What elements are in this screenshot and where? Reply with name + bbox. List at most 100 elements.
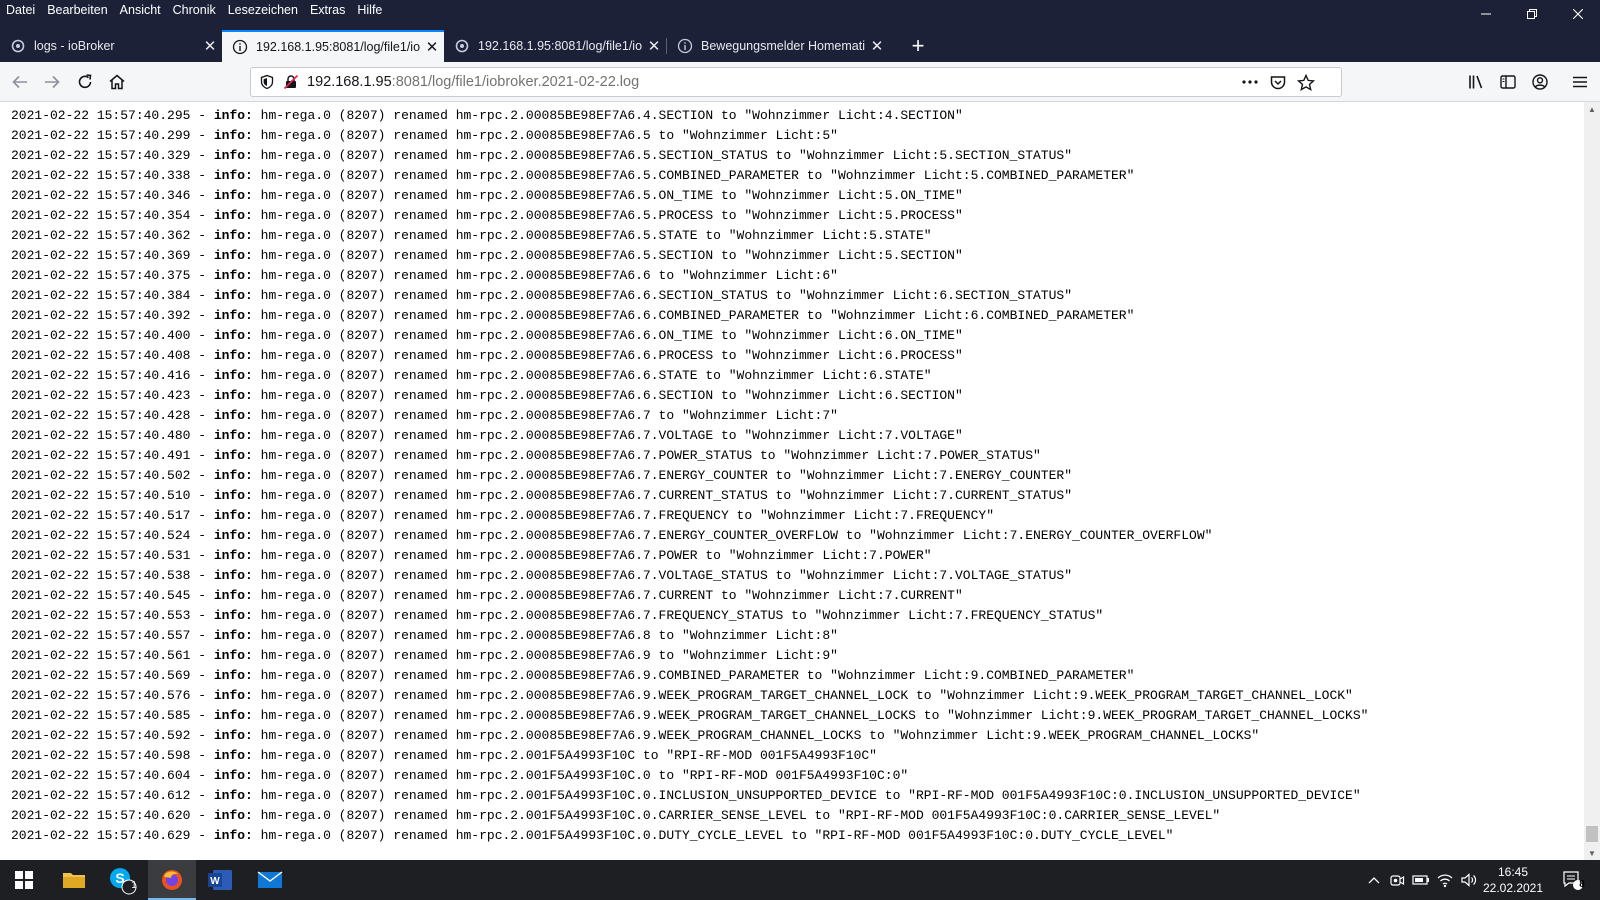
log-source: hm-rega.0 (8207) renamed — [252, 448, 456, 463]
log-timestamp: 2021-02-22 15:57:40.392 - — [11, 308, 214, 323]
scroll-up-arrow-icon[interactable]: ▲ — [1584, 102, 1600, 116]
log-line: 2021-02-22 15:57:40.612 - info: hm-rega.… — [11, 786, 1368, 806]
log-line: 2021-02-22 15:57:40.538 - info: hm-rega.… — [11, 566, 1368, 586]
log-level: info: — [213, 728, 253, 743]
taskbar-file-explorer[interactable] — [50, 860, 98, 900]
log-level: info: — [213, 188, 253, 203]
tray-meet-now-icon[interactable] — [1386, 860, 1408, 900]
log-source: hm-rega.0 (8207) renamed — [252, 168, 456, 183]
sidebar-button[interactable] — [1494, 68, 1522, 96]
log-source: hm-rega.0 (8207) renamed — [252, 788, 456, 803]
skype-badge: 1 — [131, 880, 137, 891]
sidebar-icon — [1500, 75, 1516, 89]
restore-button[interactable] — [1509, 0, 1555, 28]
tab-close-button[interactable]: ✕ — [865, 37, 889, 55]
menu-datei[interactable]: Datei — [6, 3, 41, 17]
log-message: hm-rpc.2.00085BE98EF7A6.5.SECTION_STATUS… — [455, 148, 1073, 163]
log-line: 2021-02-22 15:57:40.604 - info: hm-rega.… — [11, 766, 1368, 786]
new-tab-button[interactable]: + — [904, 30, 932, 62]
log-level: info: — [213, 228, 253, 243]
tray-chevron-up-icon[interactable] — [1364, 860, 1384, 900]
taskbar-word[interactable]: W — [196, 860, 244, 900]
menu-bearbeiten[interactable]: Bearbeiten — [47, 3, 113, 17]
iobroker-favicon-icon — [10, 38, 26, 54]
log-message: hm-rpc.2.00085BE98EF7A6.7.POWER_STATUS t… — [455, 448, 1041, 463]
tab-logs-iobroker[interactable]: logs - ioBroker ✕ — [0, 30, 222, 62]
log-source: hm-rega.0 (8207) renamed — [252, 508, 456, 523]
log-timestamp: 2021-02-22 15:57:40.557 - — [11, 628, 214, 643]
menu-ansicht[interactable]: Ansicht — [120, 3, 167, 17]
taskbar-mail[interactable] — [246, 860, 294, 900]
tab-log-file[interactable]: 192.168.1.95:8081/log/file1/iob ✕ — [444, 30, 666, 62]
pocket-icon[interactable] — [1269, 74, 1287, 92]
back-button[interactable] — [6, 68, 34, 96]
word-icon: W — [208, 870, 232, 890]
taskbar-skype[interactable]: S 1 — [98, 860, 146, 900]
log-line: 2021-02-22 15:57:40.480 - info: hm-rega.… — [11, 426, 1368, 446]
bookmark-star-icon[interactable] — [1297, 74, 1315, 92]
scroll-down-arrow-icon[interactable]: ▼ — [1584, 846, 1600, 860]
log-source: hm-rega.0 (8207) renamed — [252, 808, 456, 823]
log-level: info: — [213, 808, 253, 823]
tray-battery-icon[interactable] — [1410, 860, 1432, 900]
log-level: info: — [213, 668, 253, 683]
log-source: hm-rega.0 (8207) renamed — [252, 108, 456, 123]
close-window-button[interactable] — [1555, 0, 1600, 28]
log-message: hm-rpc.2.00085BE98EF7A6.6.SECTION_STATUS… — [455, 288, 1073, 303]
window-titlebar: Datei Bearbeiten Ansicht Chronik Lesezei… — [0, 0, 1600, 30]
menu-chronik[interactable]: Chronik — [173, 3, 222, 17]
start-button[interactable] — [0, 860, 48, 900]
log-timestamp: 2021-02-22 15:57:40.299 - — [11, 128, 214, 143]
clock-date: 22.02.2021 — [1482, 881, 1544, 895]
tab-close-button[interactable]: ✕ — [420, 38, 444, 56]
log-level: info: — [213, 588, 253, 603]
log-message: hm-rpc.2.001F5A4993F10C.0.DUTY_CYCLE_LEV… — [455, 828, 1174, 843]
page-actions-icon[interactable] — [1241, 75, 1259, 89]
log-timestamp: 2021-02-22 15:57:40.510 - — [11, 488, 214, 503]
reload-button[interactable] — [71, 68, 99, 96]
tray-volume-icon[interactable] — [1458, 860, 1480, 900]
log-line: 2021-02-22 15:57:40.384 - info: hm-rega.… — [11, 286, 1368, 306]
log-source: hm-rega.0 (8207) renamed — [252, 208, 456, 223]
log-line: 2021-02-22 15:57:40.362 - info: hm-rega.… — [11, 226, 1368, 246]
log-timestamp: 2021-02-22 15:57:40.295 - — [11, 108, 214, 123]
firefox-icon — [162, 870, 182, 890]
tab-log-file-active[interactable]: 192.168.1.95:8081/log/file1/iobr ✕ — [222, 30, 444, 62]
log-source: hm-rega.0 (8207) renamed — [252, 408, 456, 423]
tab-bewegungsmelder[interactable]: Bewegungsmelder Homematic ✕ — [667, 30, 889, 62]
scrollbar-thumb[interactable] — [1586, 826, 1598, 842]
menu-lesezeichen[interactable]: Lesezeichen — [228, 3, 304, 17]
tab-close-button[interactable]: ✕ — [198, 37, 222, 55]
taskbar-firefox[interactable] — [148, 860, 196, 900]
forward-button[interactable] — [38, 68, 66, 96]
log-source: hm-rega.0 (8207) renamed — [252, 248, 456, 263]
minimize-button[interactable] — [1463, 0, 1509, 28]
tracking-shield-icon[interactable] — [259, 74, 275, 90]
vertical-scrollbar[interactable]: ▲ ▼ — [1584, 102, 1600, 860]
menu-hilfe[interactable]: Hilfe — [357, 3, 388, 17]
tab-close-button[interactable]: ✕ — [642, 37, 666, 55]
tray-wifi-icon[interactable] — [1434, 860, 1456, 900]
log-timestamp: 2021-02-22 15:57:40.576 - — [11, 688, 214, 703]
menu-extras[interactable]: Extras — [310, 3, 351, 17]
taskbar-clock[interactable]: 16:45 22.02.2021 — [1478, 864, 1548, 896]
url-bar[interactable]: 192.168.1.95:8081/log/file1/iobroker.202… — [250, 67, 1342, 97]
log-line: 2021-02-22 15:57:40.585 - info: hm-rega.… — [11, 706, 1368, 726]
windows-taskbar: S 1 W 16:45 22.02.2021 8 — [0, 860, 1600, 900]
log-message: hm-rpc.2.00085BE98EF7A6.5 to "Wohnzimmer… — [455, 128, 838, 143]
action-center-button[interactable]: 8 — [1552, 860, 1592, 900]
url-text[interactable]: 192.168.1.95:8081/log/file1/iobroker.202… — [307, 74, 639, 90]
account-button[interactable] — [1526, 68, 1554, 96]
log-level: info: — [213, 448, 253, 463]
log-line: 2021-02-22 15:57:40.392 - info: hm-rega.… — [11, 306, 1368, 326]
log-message: hm-rpc.2.00085BE98EF7A6.7.ENERGY_COUNTER… — [455, 528, 1213, 543]
hamburger-menu-button[interactable] — [1566, 68, 1594, 96]
log-source: hm-rega.0 (8207) renamed — [252, 628, 456, 643]
log-line: 2021-02-22 15:57:40.369 - info: hm-rega.… — [11, 246, 1368, 266]
home-button[interactable] — [103, 68, 131, 96]
log-source: hm-rega.0 (8207) renamed — [252, 608, 456, 623]
insecure-lock-icon[interactable] — [283, 74, 299, 90]
library-button[interactable] — [1462, 68, 1490, 96]
log-timestamp: 2021-02-22 15:57:40.354 - — [11, 208, 214, 223]
log-level: info: — [213, 508, 253, 523]
